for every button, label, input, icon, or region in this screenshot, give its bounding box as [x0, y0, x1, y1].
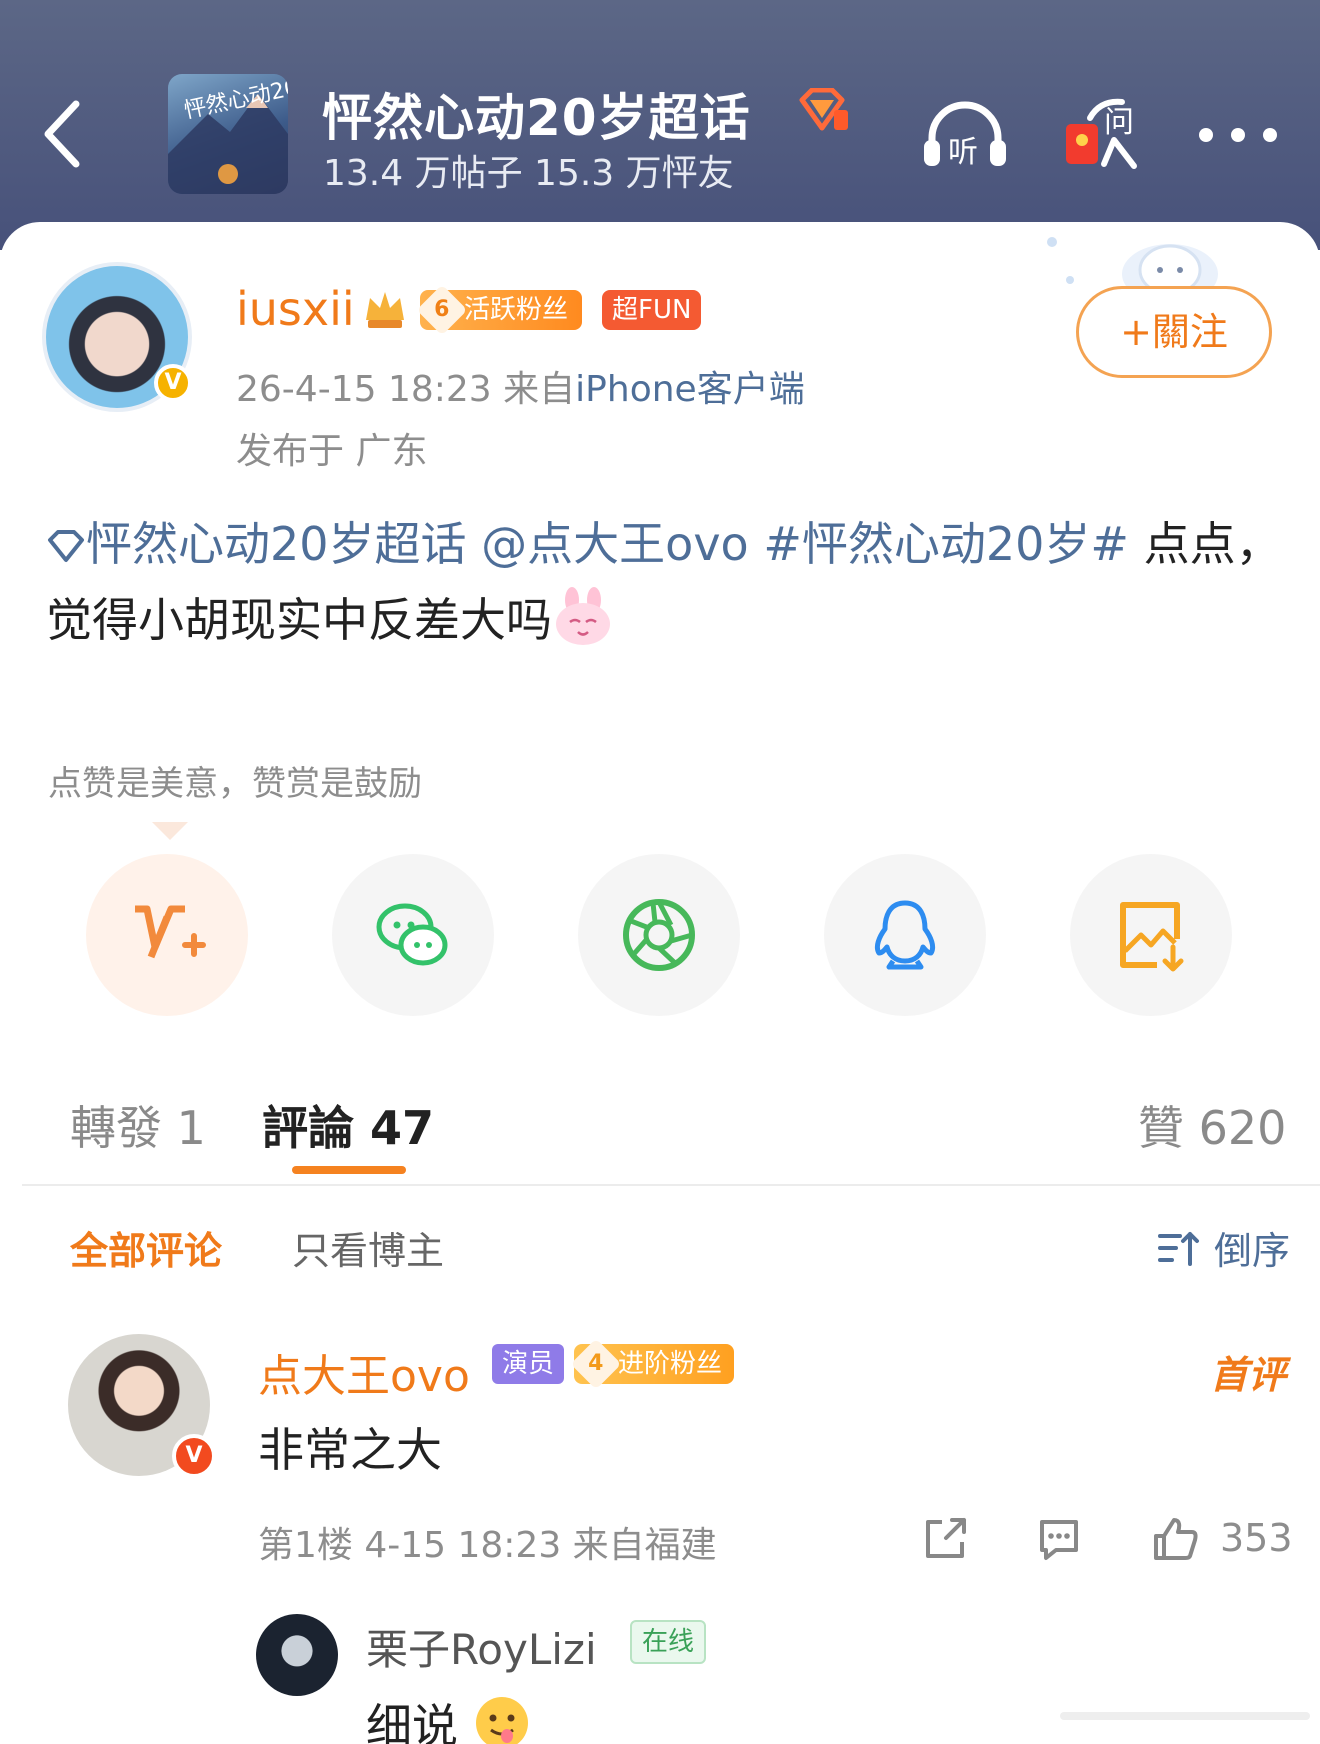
wechat-icon: [376, 903, 448, 966]
scroll-watermark-icon: [1060, 1712, 1310, 1720]
save-image-icon: [1120, 902, 1184, 972]
ask-red-packet-icon[interactable]: 问: [1060, 94, 1150, 174]
hint-pointer-icon: [152, 822, 188, 840]
post-from-label: 来自: [503, 369, 576, 410]
save-image-button[interactable]: [1070, 854, 1232, 1016]
tongue-emoji-icon: [475, 1697, 528, 1744]
topic-cover-image[interactable]: 怦然心动20岁!: [168, 74, 288, 194]
reply-avatar[interactable]: [256, 1614, 338, 1696]
tab-comments[interactable]: 評論 47: [262, 1092, 434, 1158]
post-device[interactable]: iPhone客户端: [575, 369, 805, 410]
share-qq-button[interactable]: [824, 854, 986, 1016]
author-avatar[interactable]: V: [42, 262, 192, 412]
commenter-avatar[interactable]: V: [68, 1334, 216, 1478]
online-status-badge: 在线: [630, 1620, 707, 1664]
v-plus-reward-icon: [135, 905, 206, 959]
reply-comment-icon[interactable]: [1034, 1514, 1084, 1564]
tab-reposts[interactable]: 轉發 1: [70, 1092, 206, 1158]
crown-icon: [366, 292, 404, 328]
topic-title: 怦然心动20岁超话: [322, 89, 751, 147]
post-body: 怦然心动20岁超话 @点大王ovo #怦然心动20岁# 点点，觉得小胡现实中反差…: [46, 506, 1286, 658]
v-plus-reward-button[interactable]: [86, 854, 248, 1016]
super-topic-badge-icon: [799, 88, 848, 131]
reward-hint: 点赞是美意，赞赏是鼓励: [48, 764, 422, 804]
reply-author-name[interactable]: 栗子RoyLizi: [366, 1616, 597, 1677]
sort-order-button[interactable]: 倒序: [1214, 1220, 1290, 1275]
hashtag-link[interactable]: #怦然心动20岁#: [763, 517, 1129, 571]
first-comment-badge: 首评: [1210, 1353, 1287, 1397]
sort-icon: [1158, 1232, 1199, 1266]
like-icon[interactable]: [1150, 1514, 1200, 1564]
comment-text: 非常之大: [258, 1423, 442, 1477]
topic-link[interactable]: 怦然心动20岁超话: [86, 517, 467, 571]
post-time: 26-4-15 18:23: [236, 369, 492, 410]
share-wechat-button[interactable]: [332, 854, 494, 1016]
share-comment-icon[interactable]: [920, 1514, 970, 1564]
tabs-divider: [22, 1184, 1320, 1186]
commenter-fan-badge: 4 进阶粉丝: [570, 1338, 735, 1390]
bunny-emoji-icon: [556, 587, 610, 645]
mention-link[interactable]: @点大王ovo: [481, 517, 749, 571]
comment-meta: 第1楼 4-15 18:23 来自福建: [258, 1525, 717, 1566]
qq-icon: [874, 900, 936, 970]
filter-author-only[interactable]: 只看博主: [292, 1220, 444, 1275]
author-name[interactable]: iusxii: [236, 282, 355, 336]
more-icon[interactable]: [1196, 120, 1280, 150]
topic-stats: 13.4 万帖子 15.3 万怦友: [323, 153, 734, 194]
listen-icon[interactable]: 听: [920, 94, 1010, 174]
follow-button[interactable]: +關注: [1076, 286, 1272, 378]
post-location: 发布于 广东: [236, 431, 428, 472]
active-tab-indicator: [292, 1166, 406, 1174]
svg-text:听: 听: [948, 135, 978, 170]
post-tabs: 轉發 1 評論 47 贊 620: [0, 1080, 1320, 1190]
commenter-name[interactable]: 点大王ovo: [258, 1340, 470, 1404]
tab-likes[interactable]: 贊 620: [1138, 1092, 1286, 1158]
reply-text: 细说: [366, 1690, 531, 1744]
verified-badge-icon: V: [154, 364, 192, 402]
topic-header: 怦然心动20岁! 怦然心动20岁超话 13.4 万帖子 15.3 万怦友 听 问: [0, 0, 1320, 250]
verified-badge-icon: V: [172, 1434, 216, 1478]
fan-level-badge: 6 活跃粉丝: [416, 284, 583, 336]
svg-text:问: 问: [1104, 105, 1134, 140]
comment-like-count: 353: [1220, 1516, 1293, 1560]
super-topic-icon: [48, 530, 84, 562]
back-icon[interactable]: [38, 96, 86, 172]
filter-all-comments[interactable]: 全部评论: [70, 1220, 222, 1275]
role-badge: 演员: [492, 1344, 565, 1384]
share-moments-button[interactable]: [578, 854, 740, 1016]
super-fun-badge: 超FUN: [602, 290, 702, 330]
post-meta: 26-4-15 18:23 来自iPhone客户端: [236, 360, 805, 412]
moments-icon: [623, 899, 695, 971]
